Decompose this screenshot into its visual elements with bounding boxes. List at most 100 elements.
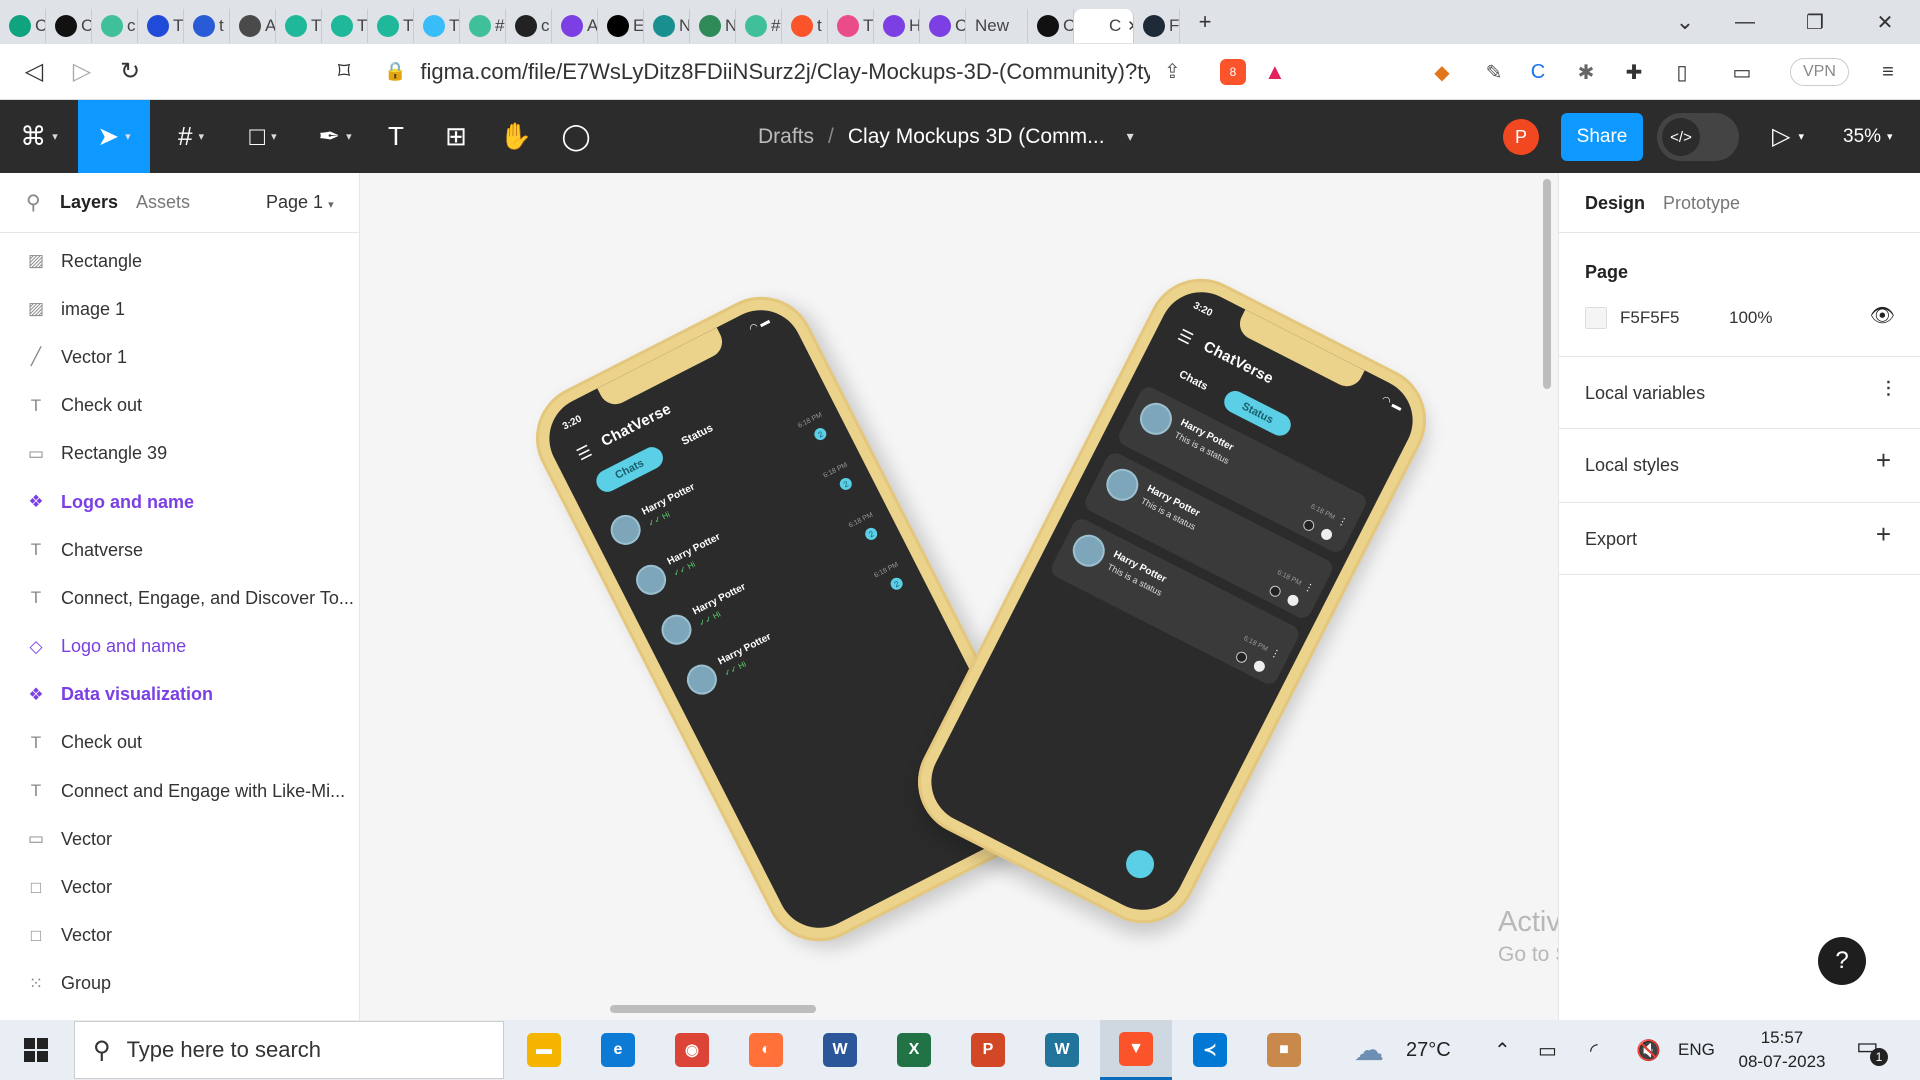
browser-tab[interactable]: A	[230, 9, 276, 43]
horizontal-scrollbar[interactable]	[610, 1005, 816, 1013]
bug-icon[interactable]: ✱	[1564, 44, 1608, 100]
layer-row[interactable]: ▨ image 1	[0, 285, 359, 333]
move-tool[interactable]: ➤ ▾	[78, 100, 150, 173]
browser-tab[interactable]: #	[460, 9, 506, 43]
browser-tab[interactable]: T	[828, 9, 874, 43]
page-selector[interactable]: Page 1 ▾	[266, 192, 334, 213]
extensions-puzzle-icon[interactable]: ✚	[1612, 44, 1656, 100]
pen-tool[interactable]: ✒ ▾	[304, 100, 366, 173]
volume-muted-icon[interactable]: 🔇	[1636, 1020, 1661, 1080]
back-icon[interactable]: ◁	[10, 48, 58, 96]
layer-row[interactable]: ⁙ Group	[0, 960, 359, 1008]
taskbar-app-brave[interactable]: ▼	[1100, 1020, 1172, 1080]
taskbar-app-excel[interactable]: X	[878, 1020, 950, 1080]
taskbar-search[interactable]: ⚲ Type here to search	[74, 1021, 504, 1079]
frame-tool[interactable]: # ▾	[160, 100, 222, 173]
eyedropper-icon[interactable]: ✎	[1472, 44, 1516, 100]
network-icon[interactable]: ◜	[1590, 1020, 1598, 1080]
battery-icon[interactable]: ▭	[1538, 1020, 1557, 1080]
comment-tool[interactable]: ◯	[558, 100, 594, 173]
browser-tab[interactable]: C	[1028, 9, 1074, 43]
local-variables-section[interactable]: Local variables ⫶	[1559, 357, 1920, 429]
layer-row[interactable]: T Check out	[0, 382, 359, 430]
browser-tab[interactable]: c	[506, 9, 552, 43]
layer-row[interactable]: ❖ Logo and name	[0, 478, 359, 526]
resources-tool[interactable]: ⊞	[438, 100, 474, 173]
share-button[interactable]: Share	[1561, 113, 1643, 161]
page-color-swatch[interactable]	[1585, 307, 1607, 329]
share-page-icon[interactable]: ⇪	[1164, 59, 1181, 84]
brave-rewards-icon[interactable]: ▲	[1264, 59, 1286, 85]
browser-tab[interactable]: F	[1134, 9, 1180, 43]
browser-tab[interactable]: C	[0, 9, 46, 43]
brave-shield-icon[interactable]: 8	[1220, 58, 1246, 85]
bookmark-icon[interactable]: ⌑	[320, 48, 368, 96]
wallet-icon[interactable]: ▭	[1720, 44, 1764, 100]
tab-design[interactable]: Design	[1585, 193, 1645, 214]
shape-tool[interactable]: □ ▾	[232, 100, 294, 173]
browser-tab[interactable]: T	[414, 9, 460, 43]
tab-prototype[interactable]: Prototype	[1663, 193, 1740, 214]
file-name[interactable]: Clay Mockups 3D (Comm...	[848, 125, 1105, 149]
search-icon[interactable]: ⚲	[26, 190, 41, 215]
close-window-icon[interactable]: ✕	[1850, 0, 1920, 44]
tab-assets[interactable]: Assets	[136, 192, 190, 213]
browser-tab[interactable]: T	[322, 9, 368, 43]
tab-search-icon[interactable]: ⌄	[1660, 0, 1710, 44]
c-extension-icon[interactable]: C	[1516, 44, 1560, 100]
reload-icon[interactable]: ↻	[106, 48, 154, 96]
sliders-icon[interactable]: ⫶	[1885, 377, 1891, 403]
browser-tab[interactable]: t	[184, 9, 230, 43]
phone-mockup-chats[interactable]: 3:20 ◠ ▬ ☰ ChatVerse Chats Status Harry …	[517, 278, 1063, 960]
start-button[interactable]	[0, 1020, 72, 1080]
taskbar-app-powerpoint[interactable]: P	[952, 1020, 1024, 1080]
minimize-icon[interactable]: —	[1710, 0, 1780, 44]
zoom-dropdown[interactable]: 35% ▾	[1843, 100, 1893, 173]
browser-tab[interactable]: A	[552, 9, 598, 43]
browser-tab[interactable]: New	[966, 9, 1028, 43]
browser-tab[interactable]: T	[138, 9, 184, 43]
browser-tab[interactable]: #	[736, 9, 782, 43]
url-text[interactable]: figma.com/file/E7WsLyDitz8FDiiNSurz2j/Cl…	[420, 59, 1150, 85]
hand-tool[interactable]: ✋	[498, 100, 534, 173]
browser-tab[interactable]: C	[46, 9, 92, 43]
eye-icon[interactable]: 👁	[1870, 303, 1895, 328]
tab-layers[interactable]: Layers	[60, 192, 118, 213]
help-button[interactable]: ?	[1818, 937, 1866, 985]
browser-tab[interactable]: N	[644, 9, 690, 43]
metamask-icon[interactable]: ◆	[1420, 44, 1464, 100]
page-opacity[interactable]: 100%	[1729, 308, 1772, 328]
taskbar-app-file-explorer[interactable]: ▬	[508, 1020, 580, 1080]
layer-row[interactable]: ❖ Data visualization	[0, 671, 359, 719]
layer-row[interactable]: T Check out	[0, 719, 359, 767]
browser-tab[interactable]: H	[874, 9, 920, 43]
add-export-icon[interactable]: +	[1876, 519, 1891, 550]
browser-menu-icon[interactable]: ≡	[1866, 44, 1910, 100]
local-styles-section[interactable]: Local styles +	[1559, 429, 1920, 503]
forward-icon[interactable]: ▷	[58, 48, 106, 96]
chevron-up-icon[interactable]: ⌃	[1494, 1020, 1511, 1080]
dev-mode-toggle[interactable]: </>	[1657, 113, 1739, 161]
layer-row[interactable]: T Connect, Engage, and Discover To...	[0, 574, 359, 622]
chevron-down-icon[interactable]: ▾	[1127, 128, 1134, 145]
notification-center-icon[interactable]: ▭ 1	[1856, 1032, 1888, 1066]
browser-tab[interactable]: T	[276, 9, 322, 43]
close-tab-icon[interactable]: ✕	[1127, 17, 1133, 35]
vpn-button[interactable]: VPN	[1790, 58, 1849, 86]
taskbar-app-wordpress[interactable]: W	[1026, 1020, 1098, 1080]
layer-row[interactable]: T Chatverse	[0, 526, 359, 574]
page-color-hex[interactable]: F5F5F5	[1620, 308, 1680, 328]
layer-row[interactable]: T Connect and Engage with Like-Mi...	[0, 767, 359, 815]
taskbar-app-firefox[interactable]: ◐	[730, 1020, 802, 1080]
layer-row[interactable]: ▨ Rectangle	[0, 237, 359, 285]
present-button[interactable]: ▷ ▾	[1772, 100, 1804, 173]
taskbar-app-vscode[interactable]: ≺	[1174, 1020, 1246, 1080]
avatar[interactable]: P	[1503, 119, 1539, 155]
sidebar-icon[interactable]: ▯	[1660, 44, 1704, 100]
layer-row[interactable]: □ Vector	[0, 863, 359, 911]
export-section[interactable]: Export +	[1559, 503, 1920, 575]
phone-mockup-status[interactable]: 3:20 ◠ ▬ ☰ ChatVerse Chats Status Harry …	[899, 260, 1445, 942]
clock[interactable]: 15:57 08-07-2023	[1726, 1026, 1838, 1074]
layer-row[interactable]: ▭ Rectangle 39	[0, 430, 359, 478]
browser-tab[interactable]: t	[782, 9, 828, 43]
